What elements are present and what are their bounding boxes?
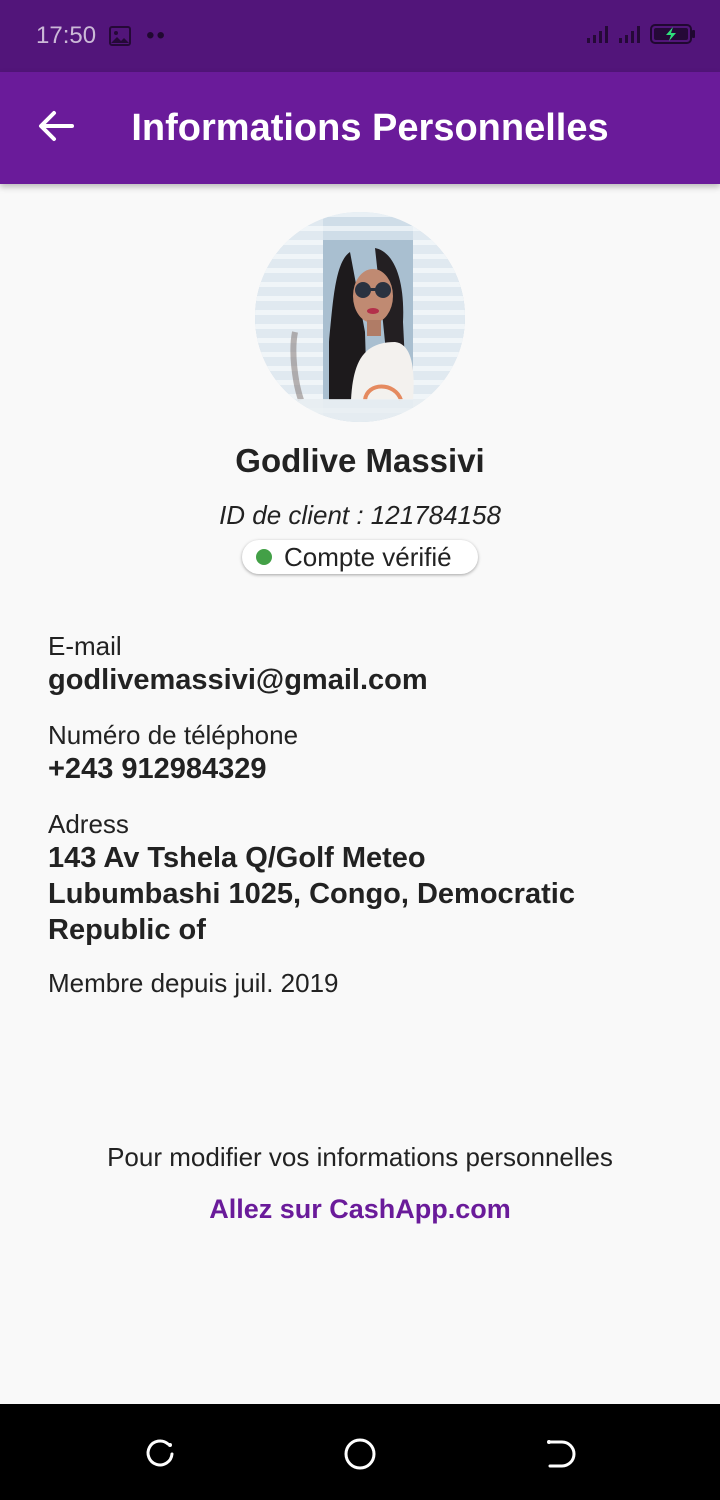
modify-hint: Pour modifier vos informations personnel… — [107, 1142, 613, 1172]
phone-value: +243 912984329 — [48, 753, 267, 785]
verified-dot-icon — [256, 549, 272, 565]
address-line-3: Republic of — [48, 914, 206, 946]
cashapp-link[interactable]: Allez sur CashApp.com — [0, 1194, 720, 1225]
recent-apps-icon[interactable] — [142, 1436, 178, 1472]
phone-section: Numéro de téléphone +243 912984329 — [48, 719, 648, 787]
address-line-1: 143 Av Tshela Q/Golf Meteo — [48, 842, 426, 874]
verified-badge: Compte vérifié — [242, 540, 478, 574]
page-title: Informations Personnelles — [131, 106, 609, 149]
address-label: Adress — [48, 809, 129, 839]
verified-label: Compte vérifié — [284, 541, 452, 572]
status-time: 17:50 — [36, 22, 97, 49]
dots-icon: •• — [146, 22, 167, 49]
status-icons — [586, 23, 696, 50]
signal-icon — [586, 24, 612, 49]
email-section: E-mail godlivemassivi@gmail.com — [48, 630, 648, 698]
address-section: Adress 143 Av Tshela Q/Golf Meteo Lubumb… — [48, 808, 648, 948]
email-value: godlivemassivi@gmail.com — [48, 664, 428, 696]
image-icon — [108, 24, 132, 48]
avatar[interactable] — [255, 212, 465, 422]
app-bar: Informations Personnelles — [0, 72, 720, 184]
navigation-bar — [0, 1404, 720, 1500]
address-line-2: Lubumbashi 1025, Congo, Democratic — [48, 878, 575, 910]
client-id: ID de client : 121784158 — [219, 500, 501, 530]
user-name: Godlive Massivi — [235, 442, 485, 479]
email-label: E-mail — [48, 631, 122, 661]
battery-charging-icon — [650, 23, 696, 50]
phone-label: Numéro de téléphone — [48, 720, 299, 750]
status-bar: 17:50 •• — [0, 0, 720, 72]
back-icon[interactable] — [542, 1436, 578, 1472]
avatar-photo — [255, 212, 465, 422]
member-since: Membre depuis juil. 2019 — [48, 968, 339, 998]
signal-icon — [618, 24, 644, 49]
home-icon[interactable] — [342, 1436, 378, 1472]
